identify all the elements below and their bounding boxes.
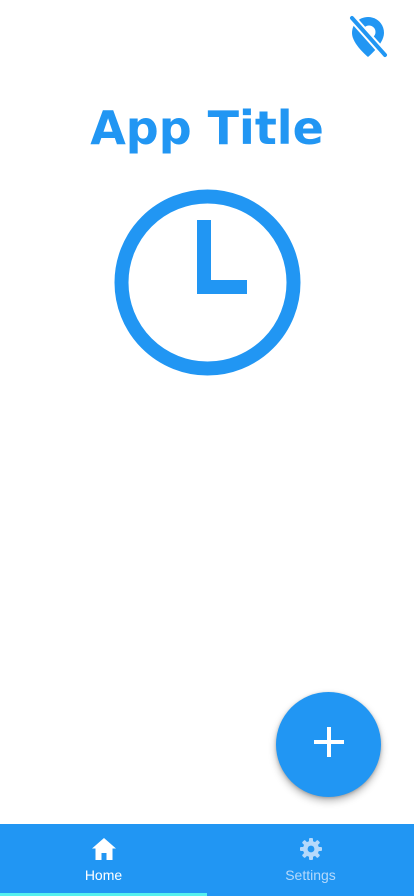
- page-title: App Title: [90, 101, 324, 155]
- nav-item-label: Settings: [285, 867, 336, 883]
- gear-icon: [298, 836, 324, 862]
- nav-item-home[interactable]: Home: [0, 824, 207, 896]
- home-icon: [91, 836, 117, 862]
- plus-icon: [312, 725, 346, 764]
- location-off-button[interactable]: [344, 13, 392, 64]
- nav-item-settings[interactable]: Settings: [207, 824, 414, 896]
- nav-item-label: Home: [84, 867, 123, 883]
- location-off-icon: [348, 13, 389, 64]
- add-button[interactable]: [276, 692, 381, 797]
- clock-icon: [113, 188, 302, 377]
- bottom-navigation: Home Settings: [0, 824, 414, 896]
